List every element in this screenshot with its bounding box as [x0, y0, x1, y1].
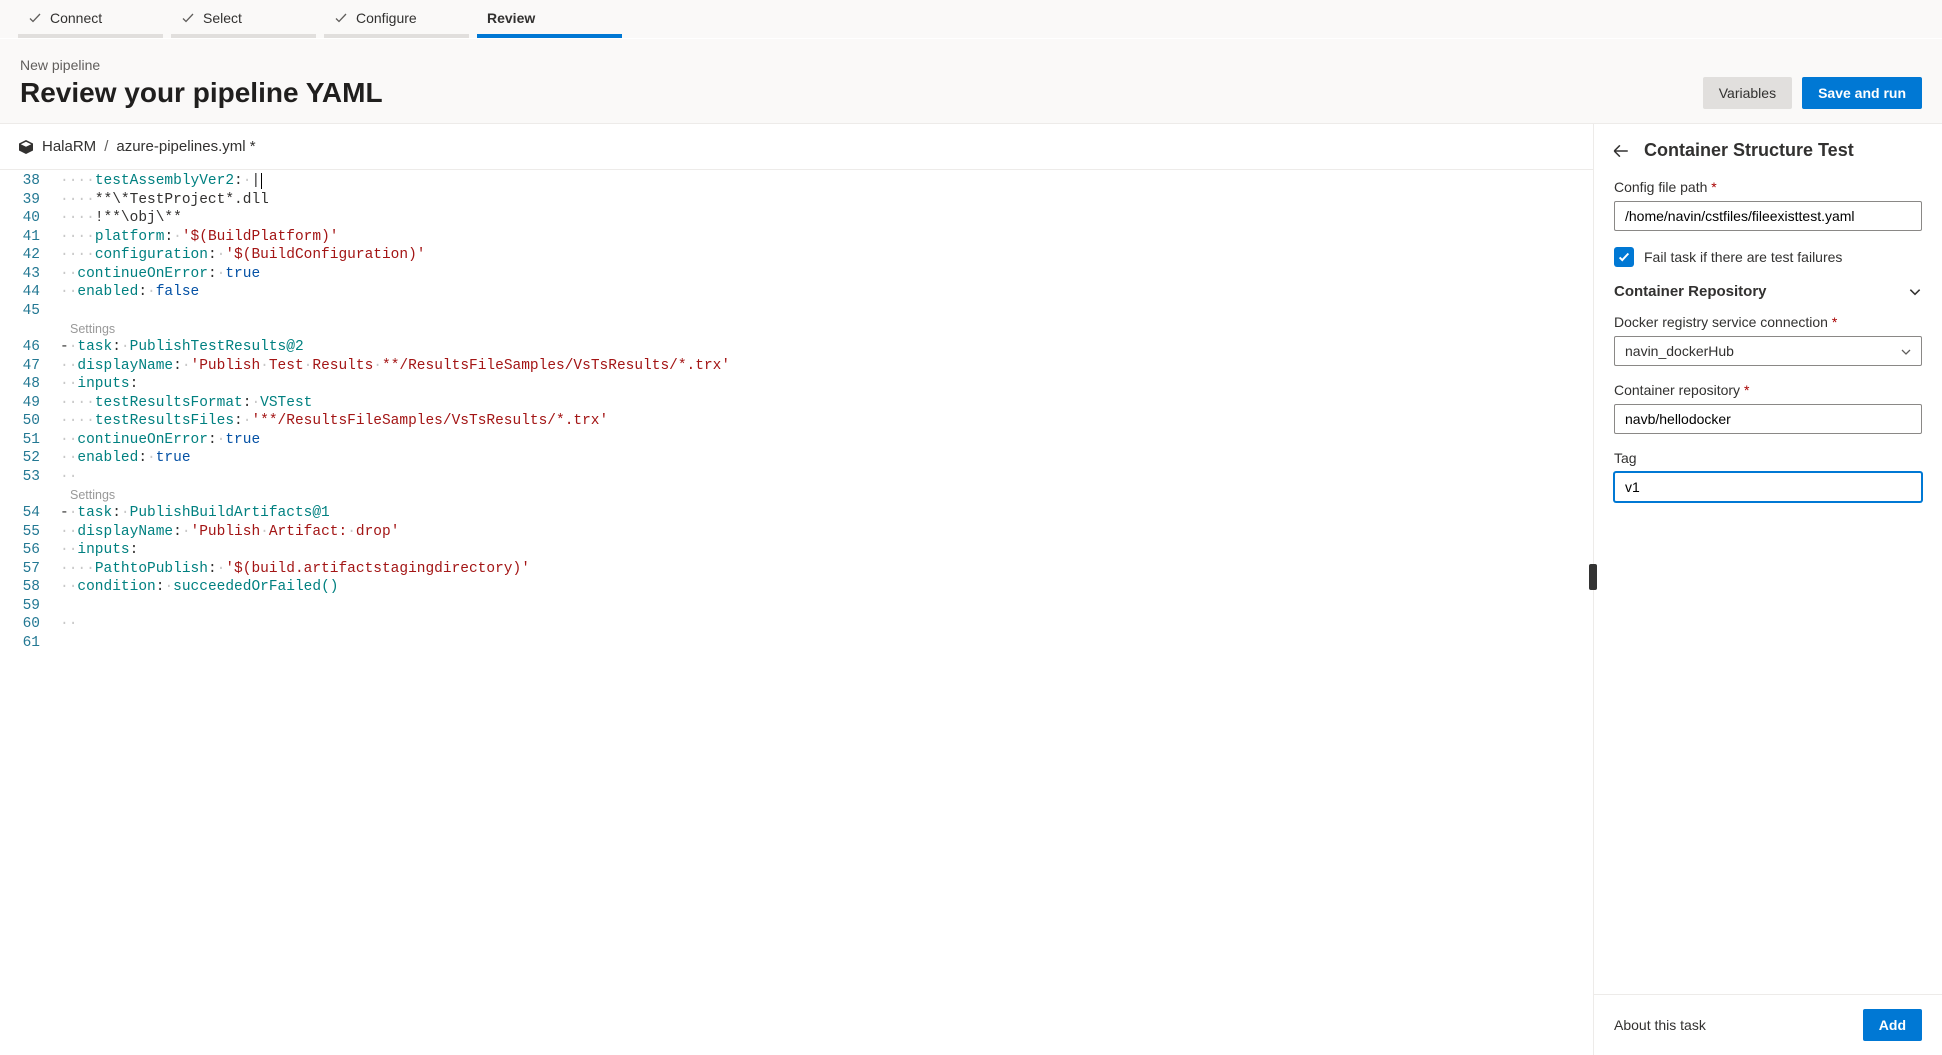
wizard-step-label: Configure: [356, 10, 417, 26]
about-task-link[interactable]: About this task: [1614, 1017, 1706, 1033]
fail-on-failures-checkbox[interactable]: [1614, 247, 1634, 267]
line-number: 60: [0, 615, 54, 634]
code-line[interactable]: 44··enabled:·false: [0, 283, 1593, 302]
line-number: 43: [0, 265, 54, 284]
code-line[interactable]: 41····platform:·'$(BuildPlatform)': [0, 228, 1593, 247]
checkmark-icon: [334, 11, 348, 25]
line-number: 53: [0, 468, 54, 487]
code-line[interactable]: 51··continueOnError:·true: [0, 431, 1593, 450]
line-number: 40: [0, 209, 54, 228]
repo-label: Container repository *: [1614, 382, 1922, 398]
code-line[interactable]: 58··condition:·succeededOrFailed(): [0, 578, 1593, 597]
breadcrumb-separator: /: [104, 138, 108, 155]
code-line[interactable]: 42····configuration:·'$(BuildConfigurati…: [0, 246, 1593, 265]
code-line[interactable]: 56··inputs:: [0, 541, 1593, 560]
checkmark-icon: [28, 11, 42, 25]
line-number: 46: [0, 338, 54, 357]
wizard-steps: Connect Select Configure Review: [0, 0, 1942, 39]
line-number: 55: [0, 523, 54, 542]
tag-input[interactable]: [1614, 472, 1922, 502]
code-lens-settings[interactable]: Settings: [0, 320, 1593, 338]
breadcrumb-repo[interactable]: HalaRM: [42, 138, 96, 155]
code-line[interactable]: 57····PathtoPublish:·'$(build.artifactst…: [0, 560, 1593, 579]
save-and-run-button[interactable]: Save and run: [1802, 77, 1922, 109]
task-title: Container Structure Test: [1644, 140, 1854, 161]
title-bar: New pipeline Review your pipeline YAML V…: [0, 39, 1942, 124]
code-line[interactable]: 50····testResultsFiles:·'**/ResultsFileS…: [0, 412, 1593, 431]
line-number: 44: [0, 283, 54, 302]
line-number: 54: [0, 504, 54, 523]
wizard-step-connect[interactable]: Connect: [18, 0, 163, 38]
code-line[interactable]: 53··: [0, 468, 1593, 487]
container-repository-section[interactable]: Container Repository: [1614, 283, 1922, 300]
chevron-down-icon: [1908, 285, 1922, 299]
code-line[interactable]: 59: [0, 597, 1593, 616]
line-number: 38: [0, 172, 54, 191]
code-line[interactable]: 52··enabled:·true: [0, 449, 1593, 468]
breadcrumb: HalaRM / azure-pipelines.yml *: [0, 124, 1593, 170]
line-number: 47: [0, 357, 54, 376]
wizard-step-label: Review: [487, 10, 535, 26]
tag-label: Tag: [1614, 450, 1922, 466]
code-line[interactable]: 47··displayName:·'Publish·Test·Results·*…: [0, 357, 1593, 376]
line-number: 50: [0, 412, 54, 431]
code-line[interactable]: 46-·task:·PublishTestResults@2: [0, 338, 1593, 357]
registry-select[interactable]: navin_dockerHub: [1614, 336, 1922, 366]
repo-icon: [18, 139, 34, 155]
page-title: Review your pipeline YAML: [20, 77, 383, 109]
line-number: 51: [0, 431, 54, 450]
code-line[interactable]: 43··continueOnError:·true: [0, 265, 1593, 284]
editor-pane: HalaRM / azure-pipelines.yml * 38····tes…: [0, 124, 1594, 1055]
code-line[interactable]: 38····testAssemblyVer2:·|: [0, 172, 1593, 191]
checkmark-icon: [181, 11, 195, 25]
fail-on-failures-label: Fail task if there are test failures: [1644, 249, 1842, 265]
line-number: 61: [0, 634, 54, 653]
line-number: 48: [0, 375, 54, 394]
config-path-label: Config file path *: [1614, 179, 1922, 195]
repo-input[interactable]: [1614, 404, 1922, 434]
wizard-step-configure[interactable]: Configure: [324, 0, 469, 38]
code-line[interactable]: 61: [0, 634, 1593, 653]
task-assistant-panel: Container Structure Test Config file pat…: [1594, 124, 1942, 1055]
line-number: 42: [0, 246, 54, 265]
code-lens-settings[interactable]: Settings: [0, 486, 1593, 504]
add-button[interactable]: Add: [1863, 1009, 1922, 1041]
vertical-resizer-handle[interactable]: [1589, 564, 1597, 590]
wizard-step-label: Connect: [50, 10, 102, 26]
line-number: 52: [0, 449, 54, 468]
variables-button[interactable]: Variables: [1703, 77, 1792, 109]
code-line[interactable]: 45: [0, 302, 1593, 321]
wizard-step-label: Select: [203, 10, 242, 26]
code-line[interactable]: 55··displayName:·'Publish·Artifact:·drop…: [0, 523, 1593, 542]
line-number: 41: [0, 228, 54, 247]
wizard-step-select[interactable]: Select: [171, 0, 316, 38]
line-number: 59: [0, 597, 54, 616]
code-line[interactable]: 39····**\*TestProject*.dll: [0, 191, 1593, 210]
code-line[interactable]: 40····!**\obj\**: [0, 209, 1593, 228]
code-line[interactable]: 60··: [0, 615, 1593, 634]
line-number: 49: [0, 394, 54, 413]
registry-label: Docker registry service connection *: [1614, 314, 1922, 330]
page-subtitle: New pipeline: [20, 57, 383, 73]
config-path-input[interactable]: [1614, 201, 1922, 231]
code-line[interactable]: 54-·task:·PublishBuildArtifacts@1: [0, 504, 1593, 523]
code-line[interactable]: 48··inputs:: [0, 375, 1593, 394]
back-arrow-icon[interactable]: [1612, 142, 1630, 160]
line-number: 45: [0, 302, 54, 321]
yaml-editor[interactable]: 38····testAssemblyVer2:·|39····**\*TestP…: [0, 170, 1593, 1055]
line-number: 56: [0, 541, 54, 560]
code-line[interactable]: 49····testResultsFormat:·VSTest: [0, 394, 1593, 413]
line-number: 57: [0, 560, 54, 579]
line-number: 39: [0, 191, 54, 210]
breadcrumb-file[interactable]: azure-pipelines.yml *: [116, 138, 255, 155]
wizard-step-review[interactable]: Review: [477, 0, 622, 38]
line-number: 58: [0, 578, 54, 597]
